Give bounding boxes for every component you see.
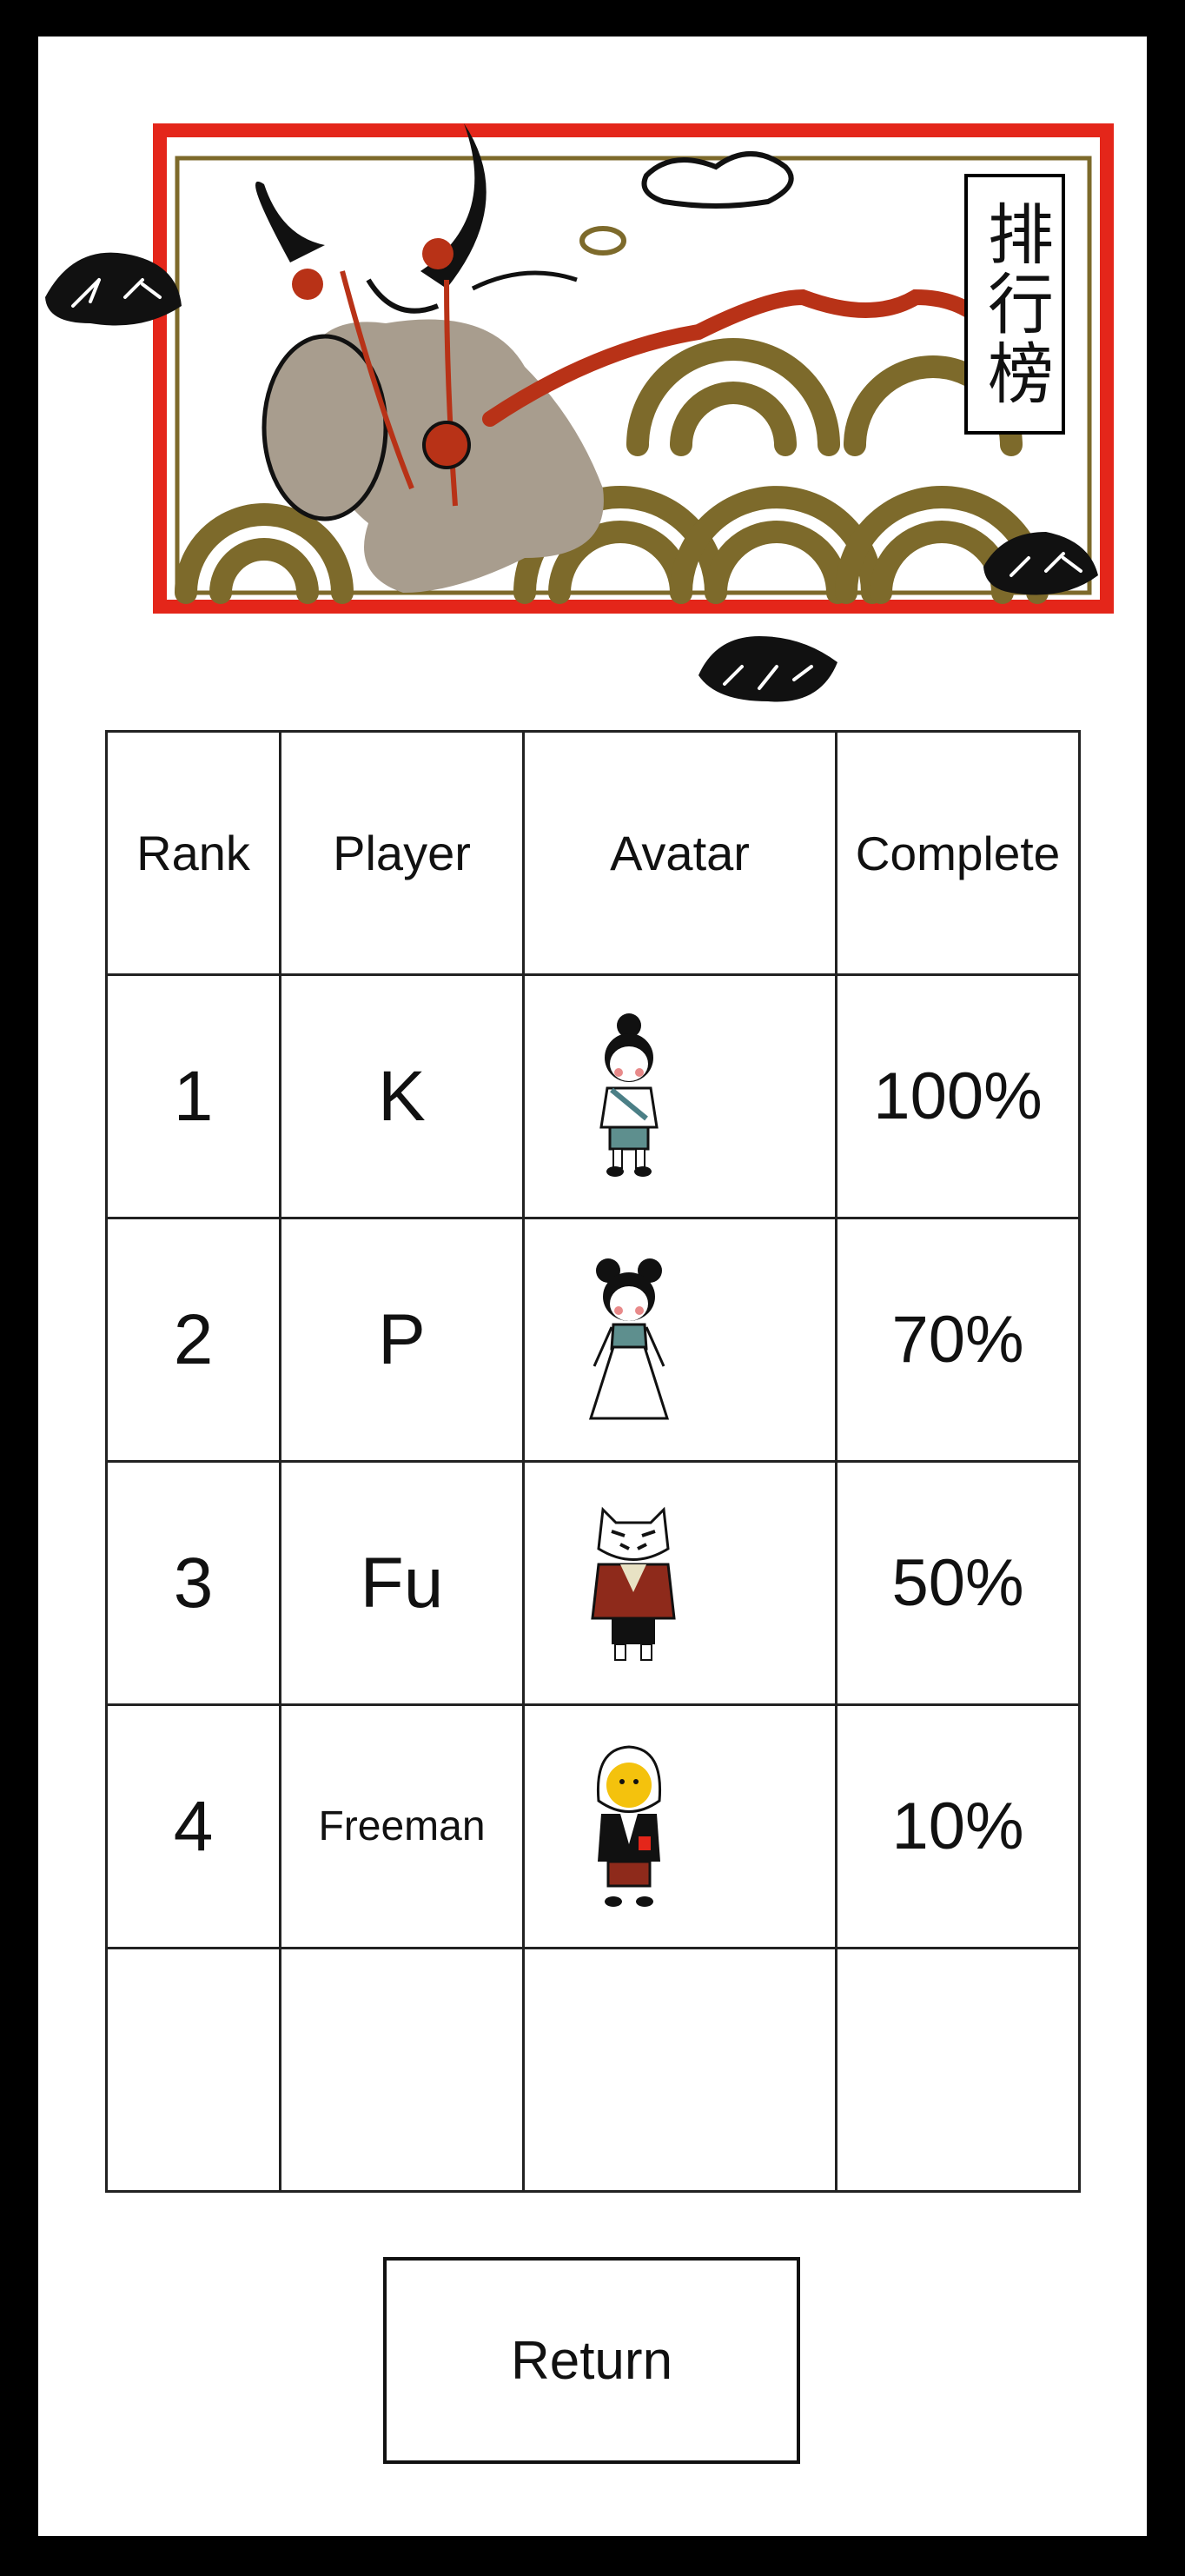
table-row: 1 K 100%: [105, 973, 1081, 1219]
player-cell: [279, 1947, 525, 2193]
complete-cell: [835, 1947, 1081, 2193]
table-row-empty: [105, 1947, 1081, 2193]
leaderboard-screen: 排行榜 Rank Player Avatar Complete 1 K 100%…: [38, 37, 1147, 2536]
avatar-cell: [522, 1947, 837, 2193]
table-row: 3 Fu 50%: [105, 1460, 1081, 1706]
table-row: 4 Freeman 10%: [105, 1703, 1081, 1949]
header-avatar: Avatar: [522, 730, 837, 976]
avatar-cell: [522, 1217, 837, 1463]
leaderboard-banner: 排行榜: [38, 37, 1147, 714]
player-cell: Fu: [279, 1460, 525, 1706]
girl-in-white-dress-avatar: [588, 1258, 670, 1419]
complete-cell: 100%: [835, 973, 1081, 1219]
return-button[interactable]: Return: [383, 2257, 800, 2464]
rank-cell: [105, 1947, 281, 2193]
tiger-mask-avatar: [591, 1506, 676, 1661]
avatar-cell: [522, 1703, 837, 1949]
table-header-row: Rank Player Avatar Complete: [105, 730, 1081, 976]
avatar-cell: [522, 973, 837, 1219]
rank-cell: 4: [105, 1703, 281, 1949]
table-row: 2 P 70%: [105, 1217, 1081, 1463]
complete-cell: 50%: [835, 1460, 1081, 1706]
complete-cell: 70%: [835, 1217, 1081, 1463]
header-player: Player: [279, 730, 525, 976]
rank-cell: 2: [105, 1217, 281, 1463]
player-cell: P: [279, 1217, 525, 1463]
girl-with-bun-avatar: [599, 1012, 659, 1177]
player-cell: K: [279, 973, 525, 1219]
banner-title: 排行榜: [976, 200, 1054, 408]
rank-cell: 1: [105, 973, 281, 1219]
complete-cell: 10%: [835, 1703, 1081, 1949]
header-rank: Rank: [105, 730, 281, 976]
avatar-cell: [522, 1460, 837, 1706]
leaderboard-table: Rank Player Avatar Complete 1 K 100% 2 P…: [105, 730, 1081, 2193]
hooded-yellow-face-avatar: [596, 1744, 662, 1907]
rank-cell: 3: [105, 1460, 281, 1706]
header-complete: Complete: [835, 730, 1081, 976]
banner-title-box: 排行榜: [964, 174, 1065, 435]
player-cell: Freeman: [279, 1703, 525, 1949]
